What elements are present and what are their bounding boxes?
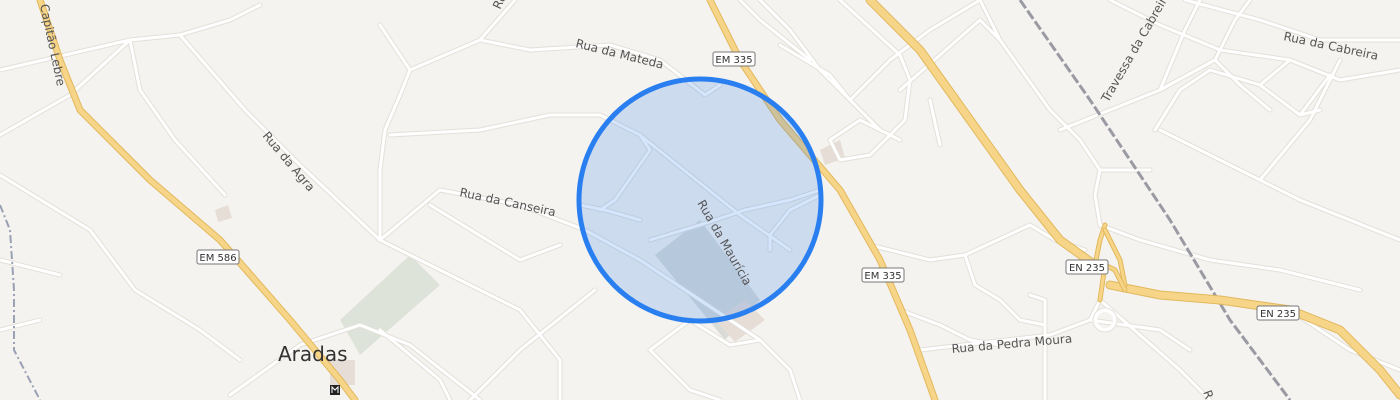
shield-em586: EM 586 bbox=[196, 249, 240, 265]
shield-em335-top: EM 335 bbox=[712, 51, 756, 67]
street-label-rua-da-pedra-moura: Rua da Pedra Moura bbox=[951, 332, 1073, 356]
map-canvas[interactable]: Capitão Lebre Rua da Agra Rua da Mateda … bbox=[0, 0, 1400, 400]
street-label-rua-da-agra: Rua da Agra bbox=[260, 129, 318, 194]
place-label-aradas: Aradas bbox=[278, 342, 348, 366]
street-label-capitao-lebre: Capitão Lebre bbox=[37, 3, 68, 88]
street-label-rua-da-canseira: Rua da Canseira bbox=[458, 185, 557, 219]
radius-circle[interactable] bbox=[576, 76, 824, 324]
map-view[interactable]: Capitão Lebre Rua da Agra Rua da Mateda … bbox=[0, 0, 1400, 400]
street-label-rua-da-mateda: Rua da Mateda bbox=[574, 36, 665, 71]
street-label-rua-da-cabreira: Rua da Cabreira bbox=[1282, 29, 1379, 63]
svg-text:EM 586: EM 586 bbox=[199, 253, 236, 264]
svg-text:EN 235: EN 235 bbox=[1069, 263, 1105, 274]
svg-text:EN 235: EN 235 bbox=[1260, 309, 1296, 320]
shield-en235-a: EN 235 bbox=[1065, 259, 1109, 275]
building-block-5 bbox=[215, 205, 232, 222]
shield-em335-mid: EM 335 bbox=[861, 267, 905, 283]
svg-text:EM 335: EM 335 bbox=[864, 271, 901, 282]
svg-text:EM 335: EM 335 bbox=[715, 55, 752, 66]
metro-icon bbox=[330, 385, 340, 395]
railway-line-2 bbox=[0, 204, 41, 400]
shield-en235-b: EN 235 bbox=[1256, 305, 1300, 321]
